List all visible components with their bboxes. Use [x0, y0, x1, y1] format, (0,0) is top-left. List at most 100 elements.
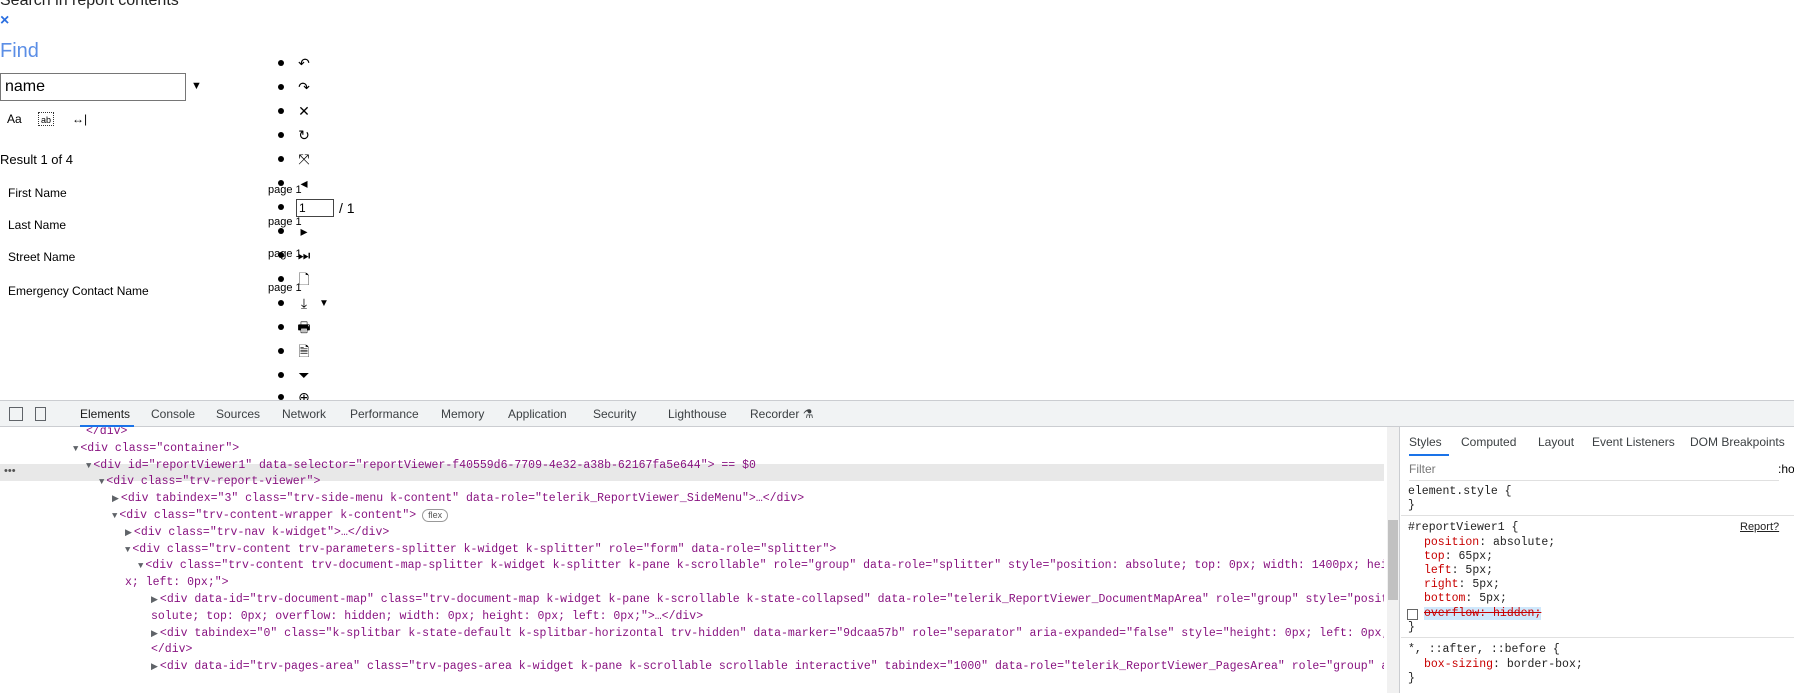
- dom-node-line[interactable]: ▶ <div tabindex="0" class="k-splitbar k-s…: [151, 627, 1384, 640]
- close-brace: }: [1408, 621, 1415, 634]
- whole-word-toggle[interactable]: ↔|: [72, 112, 87, 126]
- search-result-label[interactable]: Street Name: [8, 250, 75, 264]
- search-panel-title: Search in report contents: [0, 0, 179, 9]
- list-bullet: [278, 276, 284, 282]
- collapse-arrow-icon[interactable]: ▼: [138, 561, 143, 571]
- tab-layout[interactable]: Layout: [1538, 435, 1574, 449]
- dom-node-text: </div>: [86, 427, 128, 438]
- expand-arrow-icon[interactable]: ▶: [112, 494, 119, 504]
- dom-node-line[interactable]: ▼ <div class="trv-report-viewer">: [99, 475, 320, 488]
- export-dropdown-icon[interactable]: ▼: [319, 298, 329, 309]
- dom-node-line[interactable]: solute; top: 0px; overflow: hidden; widt…: [151, 610, 703, 623]
- expand-arrow-icon[interactable]: ▶: [151, 662, 158, 672]
- list-bullet: [278, 156, 284, 162]
- rule-source-link[interactable]: Report?: [1740, 521, 1779, 533]
- styles-filter-input[interactable]: Filter: [1409, 462, 1779, 481]
- list-bullet: [278, 84, 284, 90]
- refresh-icon[interactable]: ↻: [296, 127, 312, 143]
- list-bullet: [278, 348, 284, 354]
- collapse-arrow-icon[interactable]: ▼: [99, 477, 104, 487]
- match-case-toggle[interactable]: Aa: [7, 112, 22, 126]
- css-property[interactable]: top: 65px;: [1424, 550, 1493, 563]
- back-icon[interactable]: ↶: [296, 55, 312, 71]
- tab-performance[interactable]: Performance: [350, 407, 419, 421]
- tab-recorder[interactable]: Recorder ⚗: [750, 407, 813, 421]
- dom-node-line[interactable]: ▼ <div class="trv-content-wrapper k-conte…: [112, 509, 449, 522]
- find-input[interactable]: [0, 73, 186, 101]
- dom-node-line[interactable]: x; left: 0px;">: [125, 576, 229, 589]
- element-style-selector[interactable]: element.style {: [1408, 485, 1512, 498]
- flex-badge[interactable]: flex: [422, 509, 449, 522]
- device-toolbar-icon[interactable]: [35, 407, 46, 421]
- collapse-arrow-icon[interactable]: ▼: [73, 444, 78, 454]
- dom-node-line[interactable]: ▶ <div tabindex="3" class="trv-side-menu …: [112, 492, 804, 505]
- dom-node-line[interactable]: ▼ <div class="container">: [73, 442, 239, 455]
- dom-node-text: <div class="trv-content trv-document-map…: [145, 559, 1384, 573]
- css-property[interactable]: right: 5px;: [1424, 578, 1500, 591]
- collapse-arrow-icon[interactable]: ▼: [86, 461, 91, 471]
- tab-security[interactable]: Security: [593, 407, 636, 421]
- result-count: Result 1 of 4: [0, 152, 73, 167]
- elements-tree[interactable]: </div> ▼ <div class="container"> ▼ <div id="…: [0, 427, 1384, 693]
- tab-elements[interactable]: Elements: [80, 407, 130, 421]
- dom-node-line[interactable]: ▼ <div id="reportViewer1" data-selector="…: [86, 459, 756, 472]
- tab-network[interactable]: Network: [282, 407, 326, 421]
- property-toggle-checkbox[interactable]: [1407, 609, 1418, 620]
- print-preview-icon[interactable]: 🗋: [296, 271, 312, 287]
- tab-sources[interactable]: Sources: [216, 407, 260, 421]
- regex-toggle[interactable]: ab: [38, 112, 54, 126]
- dom-node-text: <div data-id="trv-pages-area" class="trv…: [159, 660, 1384, 674]
- tab-application[interactable]: Application: [508, 407, 567, 421]
- dom-node-line[interactable]: ▼ <div class="trv-content trv-parameters-…: [125, 543, 836, 556]
- tab-event-listeners[interactable]: Event Listeners: [1592, 435, 1675, 449]
- elements-scrollbar-thumb[interactable]: [1388, 520, 1398, 600]
- last-page-icon[interactable]: ⏭: [296, 247, 312, 263]
- dom-node-line[interactable]: ▶ <div data-id="trv-pages-area" class="tr…: [151, 660, 1384, 673]
- hover-state-toggle[interactable]: :ho: [1778, 462, 1794, 476]
- disabled-css-property[interactable]: overflow: hidden;: [1424, 607, 1542, 620]
- page-number-input[interactable]: [296, 199, 334, 217]
- universal-selector[interactable]: *, ::after, ::before {: [1408, 643, 1560, 656]
- parameters-filter-icon[interactable]: ⏷: [296, 367, 312, 383]
- dom-node-line[interactable]: ▶ <div data-id="trv-document-map" class="…: [151, 593, 1384, 606]
- search-result-label[interactable]: Emergency Contact Name: [8, 284, 149, 298]
- search-result-label[interactable]: First Name: [8, 186, 67, 200]
- close-icon[interactable]: ×: [0, 12, 9, 30]
- tab-dom-breakpoints[interactable]: DOM Breakpoints: [1690, 435, 1785, 449]
- search-result-label[interactable]: Last Name: [8, 218, 66, 232]
- list-bullet: [278, 180, 284, 186]
- list-bullet: [278, 252, 284, 258]
- rule-selector[interactable]: #reportViewer1 {: [1408, 521, 1518, 534]
- next-page-icon[interactable]: ▸: [296, 223, 312, 239]
- active-styles-tab-indicator: [1409, 454, 1449, 456]
- previous-page-icon[interactable]: ◂: [296, 175, 312, 191]
- find-dropdown-icon[interactable]: ▼: [191, 80, 202, 92]
- dom-node-line[interactable]: </div>: [86, 427, 127, 438]
- expand-arrow-icon[interactable]: ▶: [151, 595, 158, 605]
- tab-memory[interactable]: Memory: [441, 407, 484, 421]
- expand-arrow-icon[interactable]: ▶: [151, 629, 158, 639]
- css-property[interactable]: position: absolute;: [1424, 536, 1555, 549]
- first-page-icon[interactable]: ⤧: [296, 151, 312, 167]
- dom-node-line[interactable]: ▼ <div class="trv-content trv-document-ma…: [138, 559, 1384, 572]
- collapse-arrow-icon[interactable]: ▼: [125, 545, 130, 555]
- document-map-icon[interactable]: 🗎: [296, 343, 312, 359]
- css-property-name: bottom: [1424, 592, 1466, 605]
- css-property[interactable]: bottom: 5px;: [1424, 592, 1507, 605]
- dom-node-line[interactable]: ▶ <div class="trv-nav k-widget">…</div>: [125, 526, 389, 539]
- collapse-arrow-icon[interactable]: ▼: [112, 511, 117, 521]
- expand-arrow-icon[interactable]: ▶: [125, 528, 132, 538]
- stop-icon[interactable]: ✕: [296, 103, 312, 119]
- tab-lighthouse[interactable]: Lighthouse: [668, 407, 727, 421]
- tab-computed[interactable]: Computed: [1461, 435, 1516, 449]
- tab-styles[interactable]: Styles: [1409, 435, 1442, 449]
- css-property[interactable]: left: 5px;: [1424, 564, 1493, 577]
- css-property[interactable]: box-sizing: border-box;: [1424, 658, 1583, 671]
- export-icon[interactable]: ⤓: [296, 295, 312, 311]
- forward-icon[interactable]: ↷: [296, 79, 312, 95]
- inspect-element-icon[interactable]: [9, 407, 23, 421]
- dom-node-text: <div class="trv-report-viewer">: [106, 475, 321, 489]
- print-icon[interactable]: 🖶: [296, 319, 312, 335]
- tab-console[interactable]: Console: [151, 407, 195, 421]
- dom-node-line[interactable]: </div>: [151, 643, 192, 656]
